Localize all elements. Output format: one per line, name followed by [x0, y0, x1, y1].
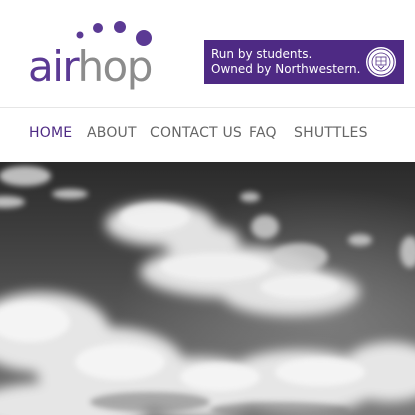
hero-image: [0, 162, 415, 415]
banner-line-2: Owned by Northwestern.: [211, 62, 361, 76]
nav-shuttles[interactable]: SHUTTLES: [294, 125, 368, 141]
northwestern-banner[interactable]: Run by students. Owned by Northwestern.: [204, 40, 404, 84]
airhop-logo[interactable]: airhop: [28, 18, 183, 90]
nav-about[interactable]: ABOUT: [87, 125, 137, 141]
nav-faq[interactable]: FAQ: [249, 125, 277, 141]
banner-text: Run by students. Owned by Northwestern.: [211, 47, 360, 77]
logo-dot-3: [114, 21, 126, 33]
nav-home[interactable]: HOME: [29, 125, 72, 141]
banner-line-1: Run by students.: [211, 47, 313, 61]
logo-text-air: air: [28, 42, 80, 90]
logo-dot-1: [76, 31, 84, 39]
logo-text-hop: hop: [77, 42, 151, 90]
nav-contact-us[interactable]: CONTACT US: [150, 125, 242, 141]
logo-dot-2: [93, 23, 103, 33]
clouds-photo: [0, 162, 415, 415]
main-nav: HOME ABOUT CONTACT US FAQ SHUTTLES: [0, 107, 415, 163]
svg-text:airhop: airhop: [28, 42, 152, 90]
northwestern-seal-icon: [366, 47, 396, 77]
site-header: airhop Run by students. Owned by Northwe…: [0, 0, 415, 106]
airhop-logo-graphic: airhop: [28, 21, 153, 90]
